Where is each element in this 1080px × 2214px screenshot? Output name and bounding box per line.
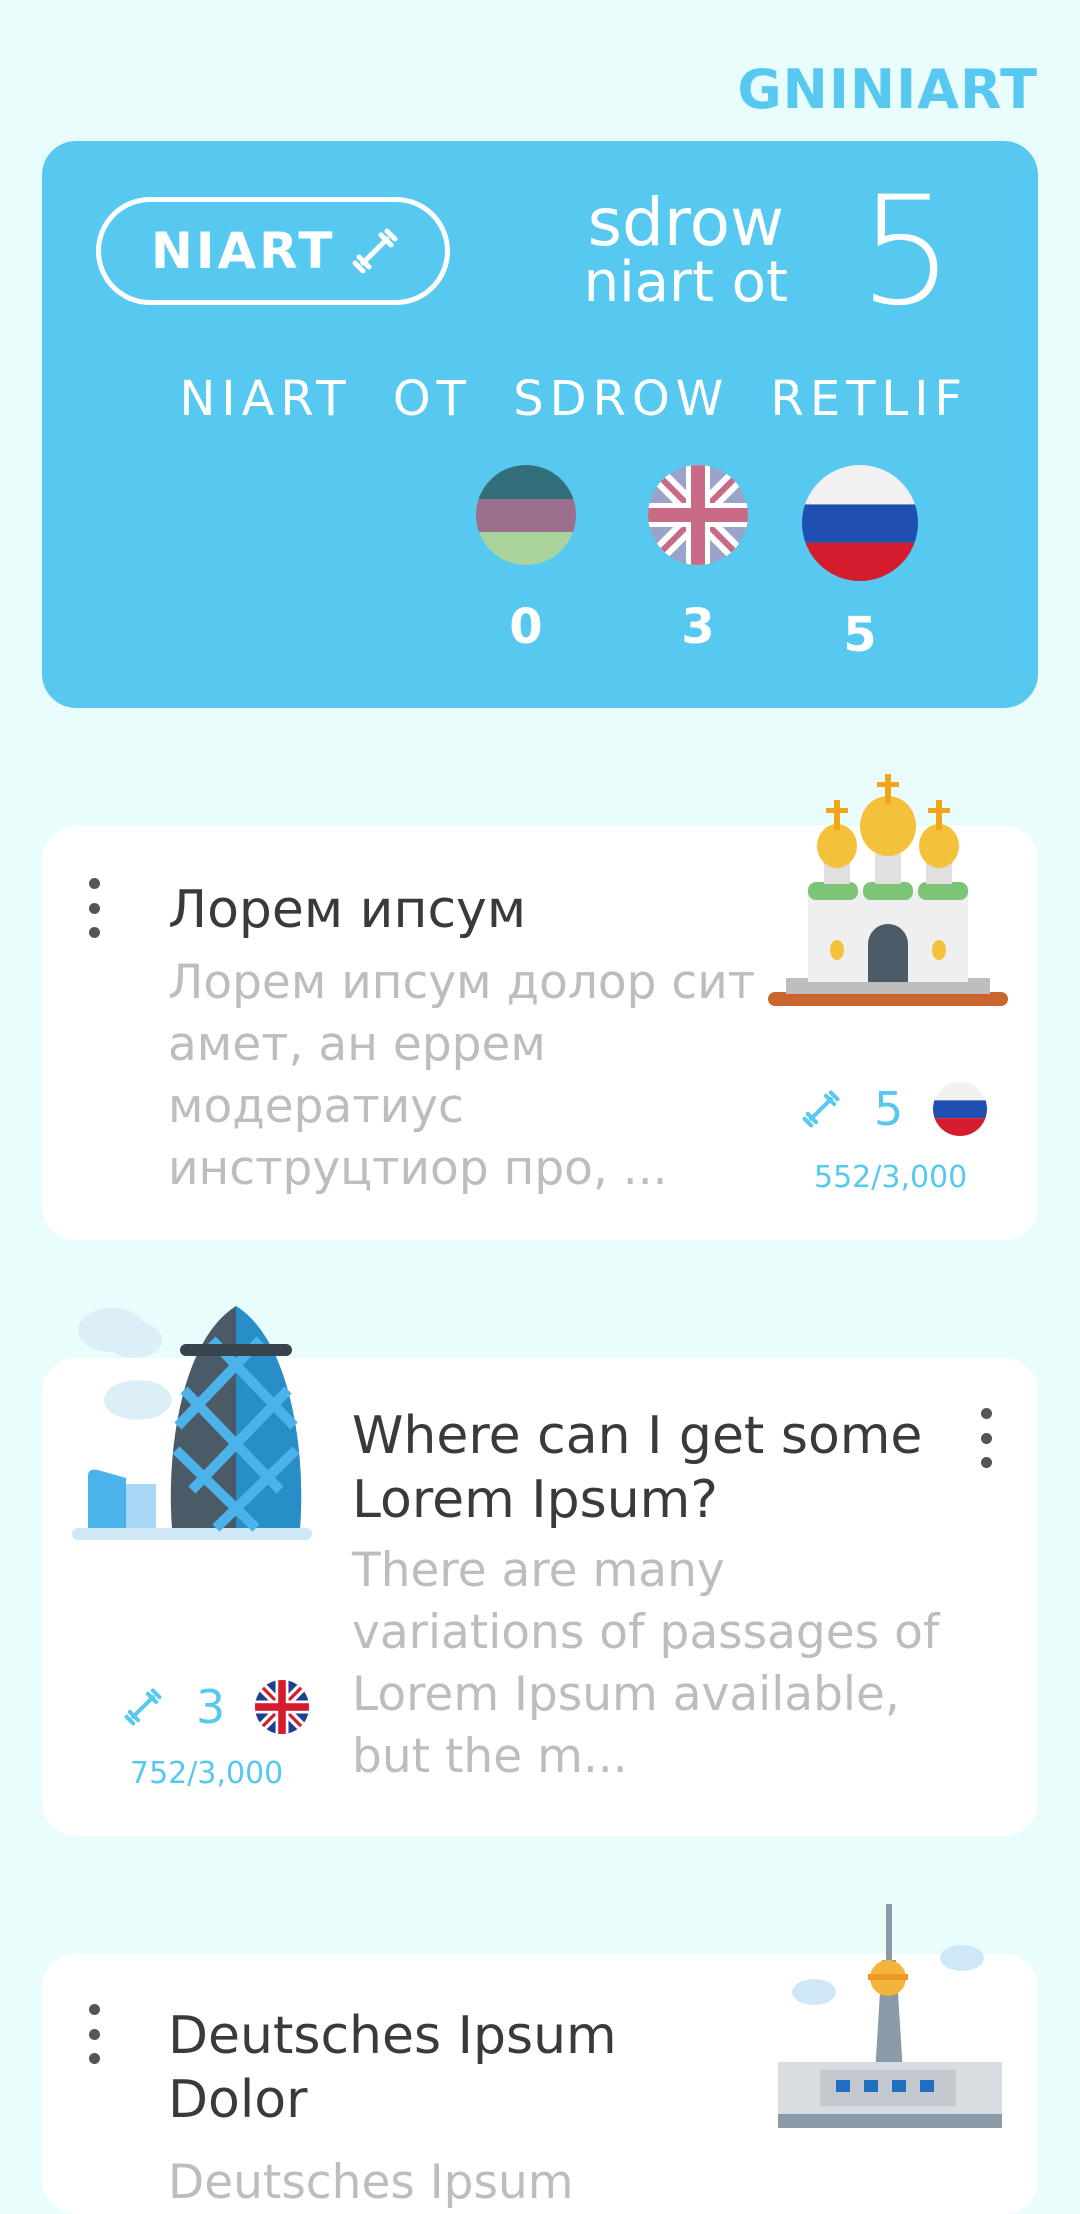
page-title: GNINIART [737,58,1038,121]
lesson-meta: 3 [120,1680,310,1734]
words-to-train-label: sdrow niart ot [583,184,788,315]
tv-tower-icon [778,1904,1002,2128]
words-to-train-count: 5 [858,165,954,339]
uk-flag-icon [255,1680,310,1734]
dumbbell-icon [124,1688,162,1726]
church-icon [768,774,1008,1006]
russia-flag-icon [802,465,918,581]
train-button-label: NIART [151,222,336,280]
train-count: 5 [874,1082,904,1136]
lesson-title: Лорем ипсум [168,880,527,940]
uk-flag-icon [648,465,748,565]
language-filter: 0 3 5 [42,465,1038,665]
lesson-progress: 752/3,000 [130,1756,284,1791]
more-options-icon[interactable] [84,2004,104,2064]
train-count: 3 [196,1680,226,1734]
more-options-icon[interactable] [976,1408,996,1468]
lesson-title: Where can I get some Lorem Ipsum? [352,1406,923,1530]
lesson-progress: 552/3,000 [814,1160,968,1195]
russia-flag-icon [933,1082,988,1136]
more-options-icon[interactable] [84,878,104,938]
lesson-meta: 5 [798,1082,988,1136]
language-filter-item-uk[interactable]: 3 [638,465,758,655]
dumbbell-icon [802,1090,840,1128]
language-word-count: 5 [843,607,877,663]
language-filter-item-mixed[interactable]: 0 [466,465,586,655]
lesson-description: There are many variations of passages of… [352,1543,940,1784]
language-word-count: 0 [509,599,543,655]
lesson-description: Лорем ипсум долор сит амет, ан еррем мод… [168,955,756,1196]
lesson-title: Deutsches Ipsum Dolor [168,2006,617,2130]
gherkin-tower-icon [72,1306,312,1540]
language-filter-item-russia[interactable]: 5 [800,465,920,663]
language-word-count: 3 [681,599,715,655]
train-button[interactable]: NIART [96,197,450,305]
lesson-description: Deutsches Ipsum [168,2155,574,2210]
training-summary-card: NIART sdrow niart ot 5 NIART OT SDROW RE… [42,141,1038,708]
dumbbell-icon [352,228,398,274]
filter-words-label: NIART OT SDROW RETLIF [179,371,968,427]
mixed-flag-icon [476,465,576,565]
